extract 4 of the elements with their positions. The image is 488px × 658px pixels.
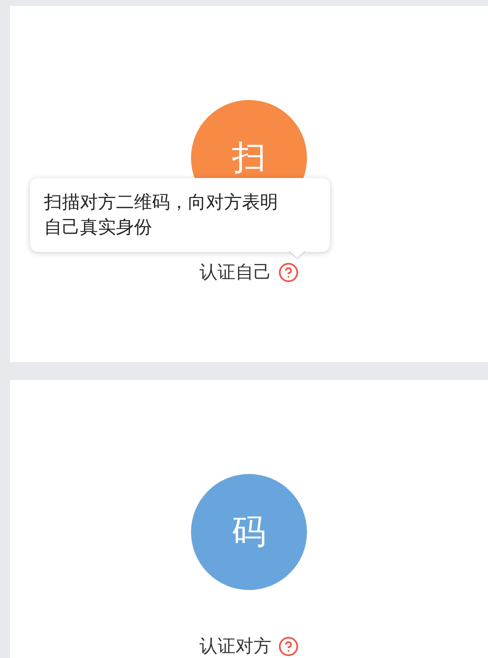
auth-label: 认证自己 [200,264,272,282]
help-icon[interactable] [278,262,298,283]
help-icon[interactable] [278,636,298,657]
auth-label: 认证对方 [200,638,272,656]
